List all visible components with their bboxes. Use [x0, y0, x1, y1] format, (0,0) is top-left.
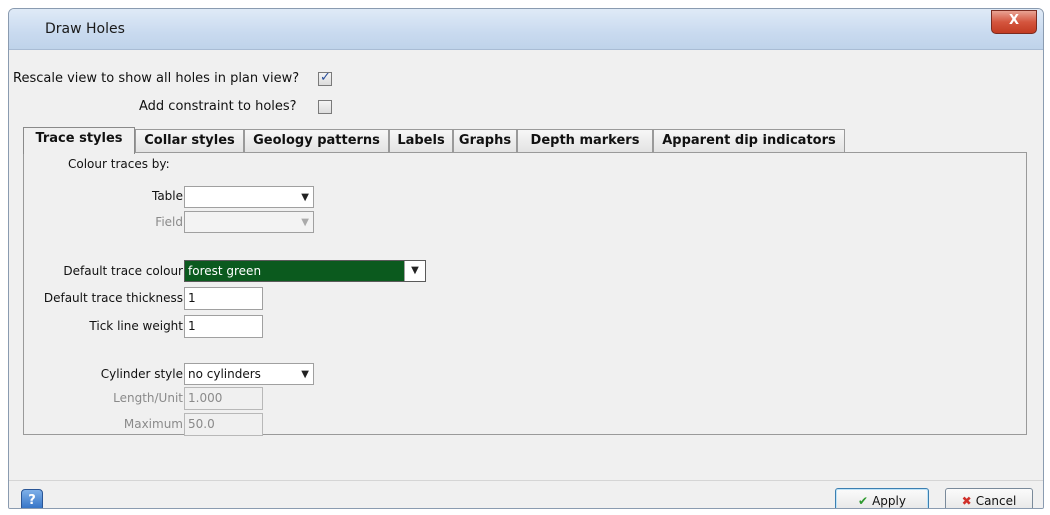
default-colour-label: Default trace colour — [63, 264, 183, 278]
tab-graphs[interactable]: Graphs — [453, 129, 517, 153]
tick-weight-input[interactable]: 1 — [184, 315, 263, 338]
colour-traces-heading: Colour traces by: — [68, 157, 170, 171]
chevron-down-icon: ▼ — [301, 192, 309, 203]
table-select[interactable]: ▼ — [184, 186, 314, 208]
draw-holes-dialog: Draw Holes X Rescale view to show all ho… — [8, 8, 1044, 509]
cylinder-select[interactable]: no cylinders ▼ — [184, 363, 314, 385]
maximum-input[interactable]: 50.0 — [184, 413, 263, 436]
apply-label: Apply — [872, 494, 906, 508]
thickness-input[interactable]: 1 — [184, 287, 263, 310]
tab-apparent-dip-indicators[interactable]: Apparent dip indicators — [653, 129, 845, 153]
rescale-checkbox[interactable] — [318, 70, 332, 86]
dialog-body: Rescale view to show all holes in plan v… — [9, 50, 1043, 508]
cylinder-label: Cylinder style — [100, 367, 183, 381]
default-colour-select[interactable]: forest green ▼ — [184, 260, 426, 282]
checkmark-icon: ✔ — [858, 494, 869, 508]
default-colour-value: forest green — [188, 264, 262, 278]
cancel-button[interactable]: ✖ Cancel — [945, 488, 1033, 508]
footer-divider — [9, 480, 1043, 481]
close-button[interactable]: X — [991, 10, 1037, 34]
window-title: Draw Holes — [45, 21, 125, 37]
field-select[interactable]: ▼ — [184, 211, 314, 233]
help-button[interactable]: ? — [21, 489, 43, 508]
length-label: Length/Unit — [113, 391, 183, 405]
thickness-label: Default trace thickness — [43, 291, 183, 305]
chevron-down-icon: ▼ — [301, 369, 309, 380]
maximum-label: Maximum — [123, 417, 183, 431]
tab-depth-markers[interactable]: Depth markers — [517, 129, 653, 153]
trace-styles-panel: Colour traces by: Table ▼ Field ▼ Defaul… — [23, 152, 1027, 436]
title-bar[interactable]: Draw Holes X — [9, 9, 1043, 50]
tick-weight-label: Tick line weight — [89, 319, 183, 333]
length-input[interactable]: 1.000 — [184, 387, 263, 410]
chevron-down-icon: ▼ — [301, 217, 309, 228]
tab-trace-styles[interactable]: Trace styles — [23, 127, 135, 154]
cancel-label: Cancel — [975, 494, 1017, 508]
table-label: Table — [151, 189, 183, 203]
tab-collar-styles[interactable]: Collar styles — [135, 129, 244, 153]
cancel-x-icon: ✖ — [961, 494, 972, 508]
tab-geology-patterns[interactable]: Geology patterns — [244, 129, 389, 153]
constraint-checkbox[interactable] — [318, 100, 332, 114]
cylinder-select-value: no cylinders — [188, 367, 261, 381]
constraint-label: Add constraint to holes? — [139, 99, 297, 114]
tab-labels[interactable]: Labels — [389, 129, 453, 153]
field-label: Field — [155, 215, 183, 229]
rescale-label: Rescale view to show all holes in plan v… — [13, 71, 300, 86]
apply-button[interactable]: ✔ Apply — [835, 488, 929, 508]
chevron-down-icon: ▼ — [404, 261, 425, 281]
